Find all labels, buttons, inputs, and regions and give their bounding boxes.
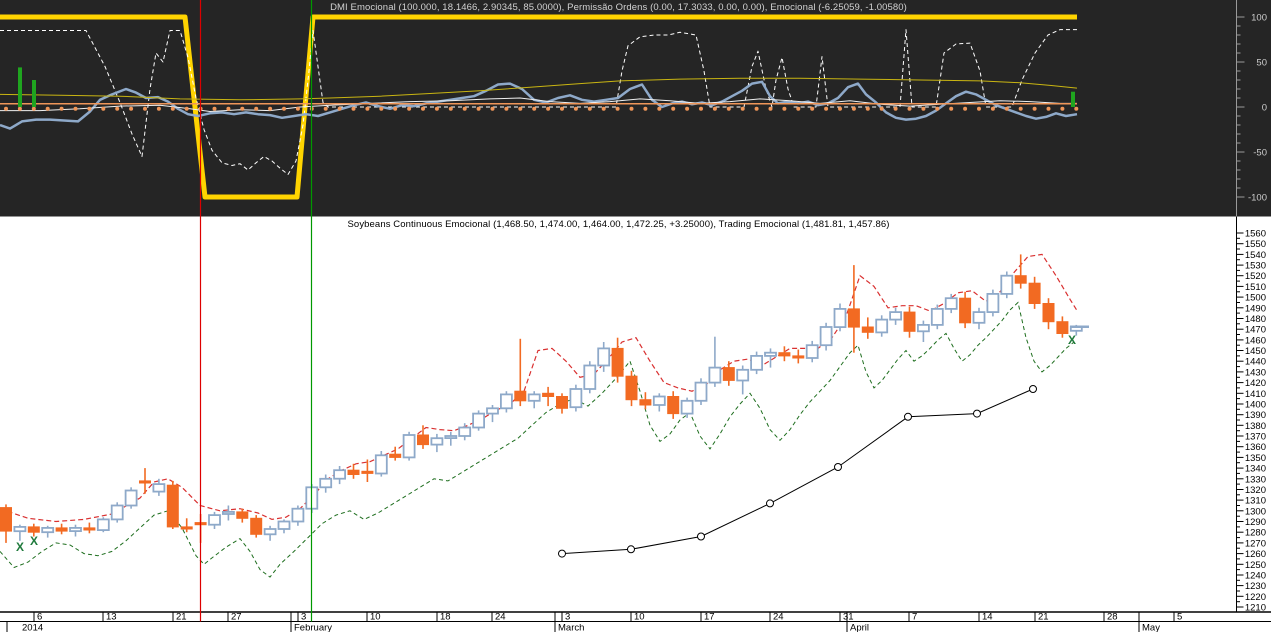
trade-x-marker: X	[30, 534, 38, 548]
day-tick-label: 18	[440, 612, 451, 623]
trade-x-marker: X	[1068, 333, 1076, 347]
candle	[374, 451, 388, 477]
price-y-tick-label: 1380	[1245, 421, 1266, 432]
day-tick-label: 21	[1038, 612, 1049, 623]
trading-chart-window: 100 50 0 -50 -100 X X X 1560 1550 1540 1530 1520 1510…	[0, 0, 1271, 632]
candle	[110, 502, 124, 523]
price-y-tick-label: 1230	[1245, 581, 1266, 592]
candle	[1000, 271, 1014, 299]
day-tick-label: 24	[773, 612, 784, 623]
price-y-tick-label: 1520	[1245, 271, 1266, 282]
price-y-tick-label: 1540	[1245, 250, 1266, 261]
projection-point	[973, 409, 981, 418]
candle	[472, 410, 486, 431]
price-y-tick-label: 1480	[1245, 314, 1266, 325]
price-y-tick-label: 1300	[1245, 506, 1266, 517]
price-y-tick-label: 1280	[1245, 528, 1266, 539]
price-y-tick-label: 1530	[1245, 261, 1266, 272]
month-label: February	[294, 623, 332, 632]
day-tick-label: 3	[301, 612, 306, 623]
price-y-tick-label: 1370	[1245, 432, 1266, 443]
candle	[124, 487, 138, 509]
price-y-tick-label: 1260	[1245, 549, 1266, 560]
month-label: March	[558, 623, 584, 632]
candle	[930, 304, 944, 330]
indicator-y-tick-label: 50	[1256, 58, 1267, 69]
projection-point	[697, 532, 705, 541]
day-tick-label: 5	[1177, 612, 1182, 623]
projection-point	[766, 499, 774, 508]
trade-x-marker: X	[16, 540, 24, 554]
price-y-tick-label: 1360	[1245, 442, 1266, 453]
price-y-tick-label: 1290	[1245, 517, 1266, 528]
day-tick-label: 14	[982, 612, 993, 623]
chart-surface[interactable]: 100500-50-100X XX156015501540153015201510…	[0, 0, 1271, 632]
month-label: April	[850, 623, 869, 632]
price-y-tick-label: 1320	[1245, 485, 1266, 496]
day-tick-label: 24	[495, 612, 506, 623]
price-panel-bg	[0, 216, 1271, 632]
projection-point	[627, 545, 635, 554]
day-tick-label: 6	[37, 612, 42, 623]
projection-point	[904, 412, 912, 421]
price-y-tick-label: 1430	[1245, 367, 1266, 378]
price-y-tick-label: 1240	[1245, 570, 1266, 581]
candle	[250, 515, 263, 538]
price-y-tick-label: 1560	[1245, 229, 1266, 240]
price-y-tick-label: 1220	[1245, 592, 1266, 603]
candle	[583, 361, 597, 394]
candle	[569, 384, 583, 412]
day-tick-label: 28	[1107, 612, 1118, 623]
candle	[402, 431, 416, 461]
projection-point	[834, 463, 842, 471]
price-y-tick-label: 1490	[1245, 303, 1266, 314]
projection-point	[1029, 385, 1037, 393]
day-tick-label: 10	[370, 612, 381, 623]
price-y-tick-label: 1450	[1245, 346, 1266, 357]
day-tick-label: 3	[565, 612, 570, 623]
candle	[96, 517, 110, 533]
price-y-tick-label: 1400	[1245, 399, 1266, 410]
day-tick-label: 17	[704, 612, 715, 623]
day-tick-label: 10	[634, 612, 645, 623]
price-y-tick-label: 1510	[1245, 282, 1266, 293]
day-tick-label: 21	[176, 612, 187, 623]
day-tick-label: 27	[231, 612, 242, 623]
year-label: 2014	[22, 623, 43, 632]
candle	[166, 480, 179, 529]
day-tick-label: 31	[843, 612, 854, 623]
price-y-tick-label: 1460	[1245, 335, 1266, 346]
price-y-tick-label: 1440	[1245, 357, 1266, 368]
price-y-tick-label: 1330	[1245, 474, 1266, 485]
price-y-tick-label: 1340	[1245, 464, 1266, 475]
price-y-tick-label: 1270	[1245, 538, 1266, 549]
indicator-y-tick-label: -50	[1253, 148, 1267, 159]
price-y-tick-label: 1410	[1245, 389, 1266, 400]
price-y-tick-label: 1250	[1245, 560, 1266, 571]
month-label: May	[1142, 623, 1160, 632]
day-tick-label: 13	[106, 612, 117, 623]
indicator-y-tick-label: 100	[1251, 13, 1267, 24]
candle	[694, 378, 708, 405]
price-y-tick-label: 1470	[1245, 325, 1266, 336]
indicator-y-tick-label: -100	[1248, 193, 1267, 204]
day-tick-label: 7	[912, 612, 917, 623]
price-y-tick-label: 1420	[1245, 378, 1266, 389]
indicator-y-tick-label: 0	[1262, 103, 1267, 114]
price-y-tick-label: 1310	[1245, 496, 1266, 507]
price-y-tick-label: 1350	[1245, 453, 1266, 464]
price-y-tick-label: 1500	[1245, 293, 1266, 304]
indicator-panel-bg	[0, 0, 1271, 217]
projection-point	[558, 549, 566, 558]
price-y-axis: 1560155015401530152015101500149014801470…	[1236, 216, 1266, 614]
candle	[986, 289, 1000, 317]
price-y-tick-label: 1390	[1245, 410, 1266, 421]
price-y-tick-label: 1550	[1245, 239, 1266, 250]
